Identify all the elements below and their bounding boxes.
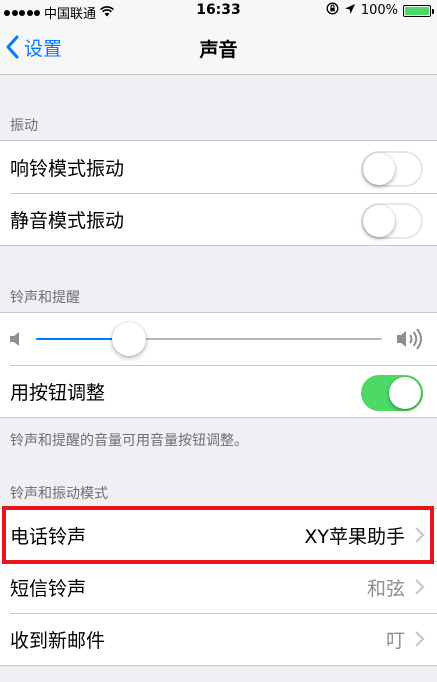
- row-value: 和弦: [366, 577, 405, 600]
- battery-percent: 100%: [360, 3, 398, 18]
- vibration-group: 响铃模式振动 静音模式振动: [0, 140, 437, 246]
- row-new-mail[interactable]: 收到新邮件 叮: [0, 613, 437, 665]
- battery-fill: [405, 6, 429, 15]
- rotation-lock-icon: [326, 2, 339, 19]
- section-header-patterns: 铃声和振动模式: [10, 486, 108, 502]
- row-silent-vibrate: 静音模式振动: [0, 193, 437, 245]
- nav-bar: 设置 声音: [0, 20, 437, 75]
- change-with-buttons-toggle[interactable]: [361, 375, 423, 411]
- row-label: 短信铃声: [10, 577, 87, 600]
- chevron-right-icon: [415, 527, 425, 543]
- ringer-group: 用按钮调整: [0, 312, 437, 418]
- row-label: 收到新邮件: [10, 629, 106, 652]
- toggle-knob: [389, 377, 421, 409]
- section-header-ringer: 铃声和提醒: [10, 290, 80, 306]
- row-label: 电话铃声: [10, 525, 87, 548]
- ring-vibrate-toggle[interactable]: [361, 151, 423, 187]
- volume-slider-thumb[interactable]: [112, 322, 147, 356]
- row-text-tone[interactable]: 短信铃声 和弦: [0, 561, 437, 613]
- ringer-footer-note: 铃声和提醒的音量可用音量按钮调整。: [10, 433, 248, 449]
- row-value: 叮: [385, 629, 405, 652]
- row-value: XY苹果助手: [304, 525, 405, 548]
- status-bar: 中国联通 16:33 100%: [0, 0, 437, 22]
- toggle-knob: [363, 205, 395, 237]
- volume-high-icon: [397, 328, 422, 350]
- location-icon: [344, 3, 356, 19]
- patterns-group: 电话铃声 XY苹果助手 短信铃声 和弦 收到新邮件 叮: [0, 508, 437, 666]
- chevron-right-icon: [415, 631, 425, 647]
- battery-icon: [403, 4, 434, 17]
- page-title: 声音: [199, 39, 238, 61]
- row-ring-vibrate: 响铃模式振动: [0, 141, 437, 193]
- row-change-with-buttons: 用按钮调整: [0, 365, 437, 417]
- status-right: 100%: [326, 2, 434, 19]
- volume-low-icon: [10, 332, 19, 346]
- volume-slider-track[interactable]: [36, 322, 382, 356]
- toggle-knob: [363, 153, 395, 185]
- silent-vibrate-toggle[interactable]: [361, 203, 423, 239]
- row-ringtone[interactable]: 电话铃声 XY苹果助手: [0, 509, 437, 561]
- volume-slider-row: [0, 313, 437, 365]
- chevron-right-icon: [415, 579, 425, 595]
- section-header-vibration: 振动: [10, 118, 38, 134]
